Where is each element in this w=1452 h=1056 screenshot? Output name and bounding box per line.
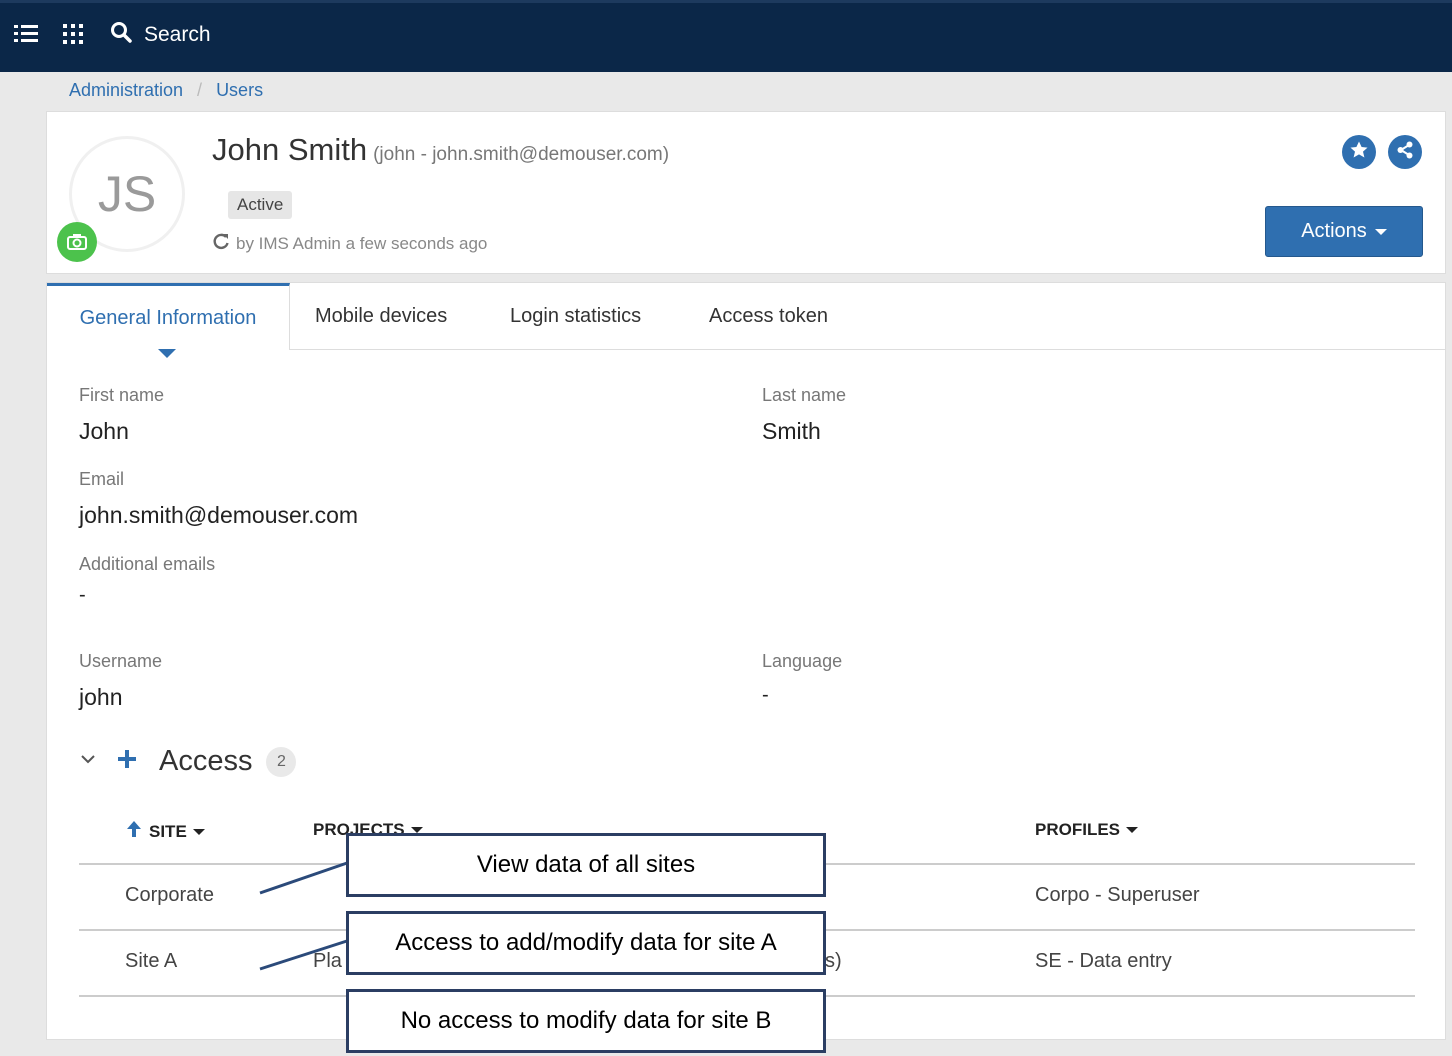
callout-site-a: Access to add/modify data for site A [346, 911, 826, 975]
callout-site-b: No access to modify data for site B [346, 989, 826, 1053]
callout-all-sites: View data of all sites [346, 833, 826, 897]
callout-connectors [259, 860, 351, 971]
